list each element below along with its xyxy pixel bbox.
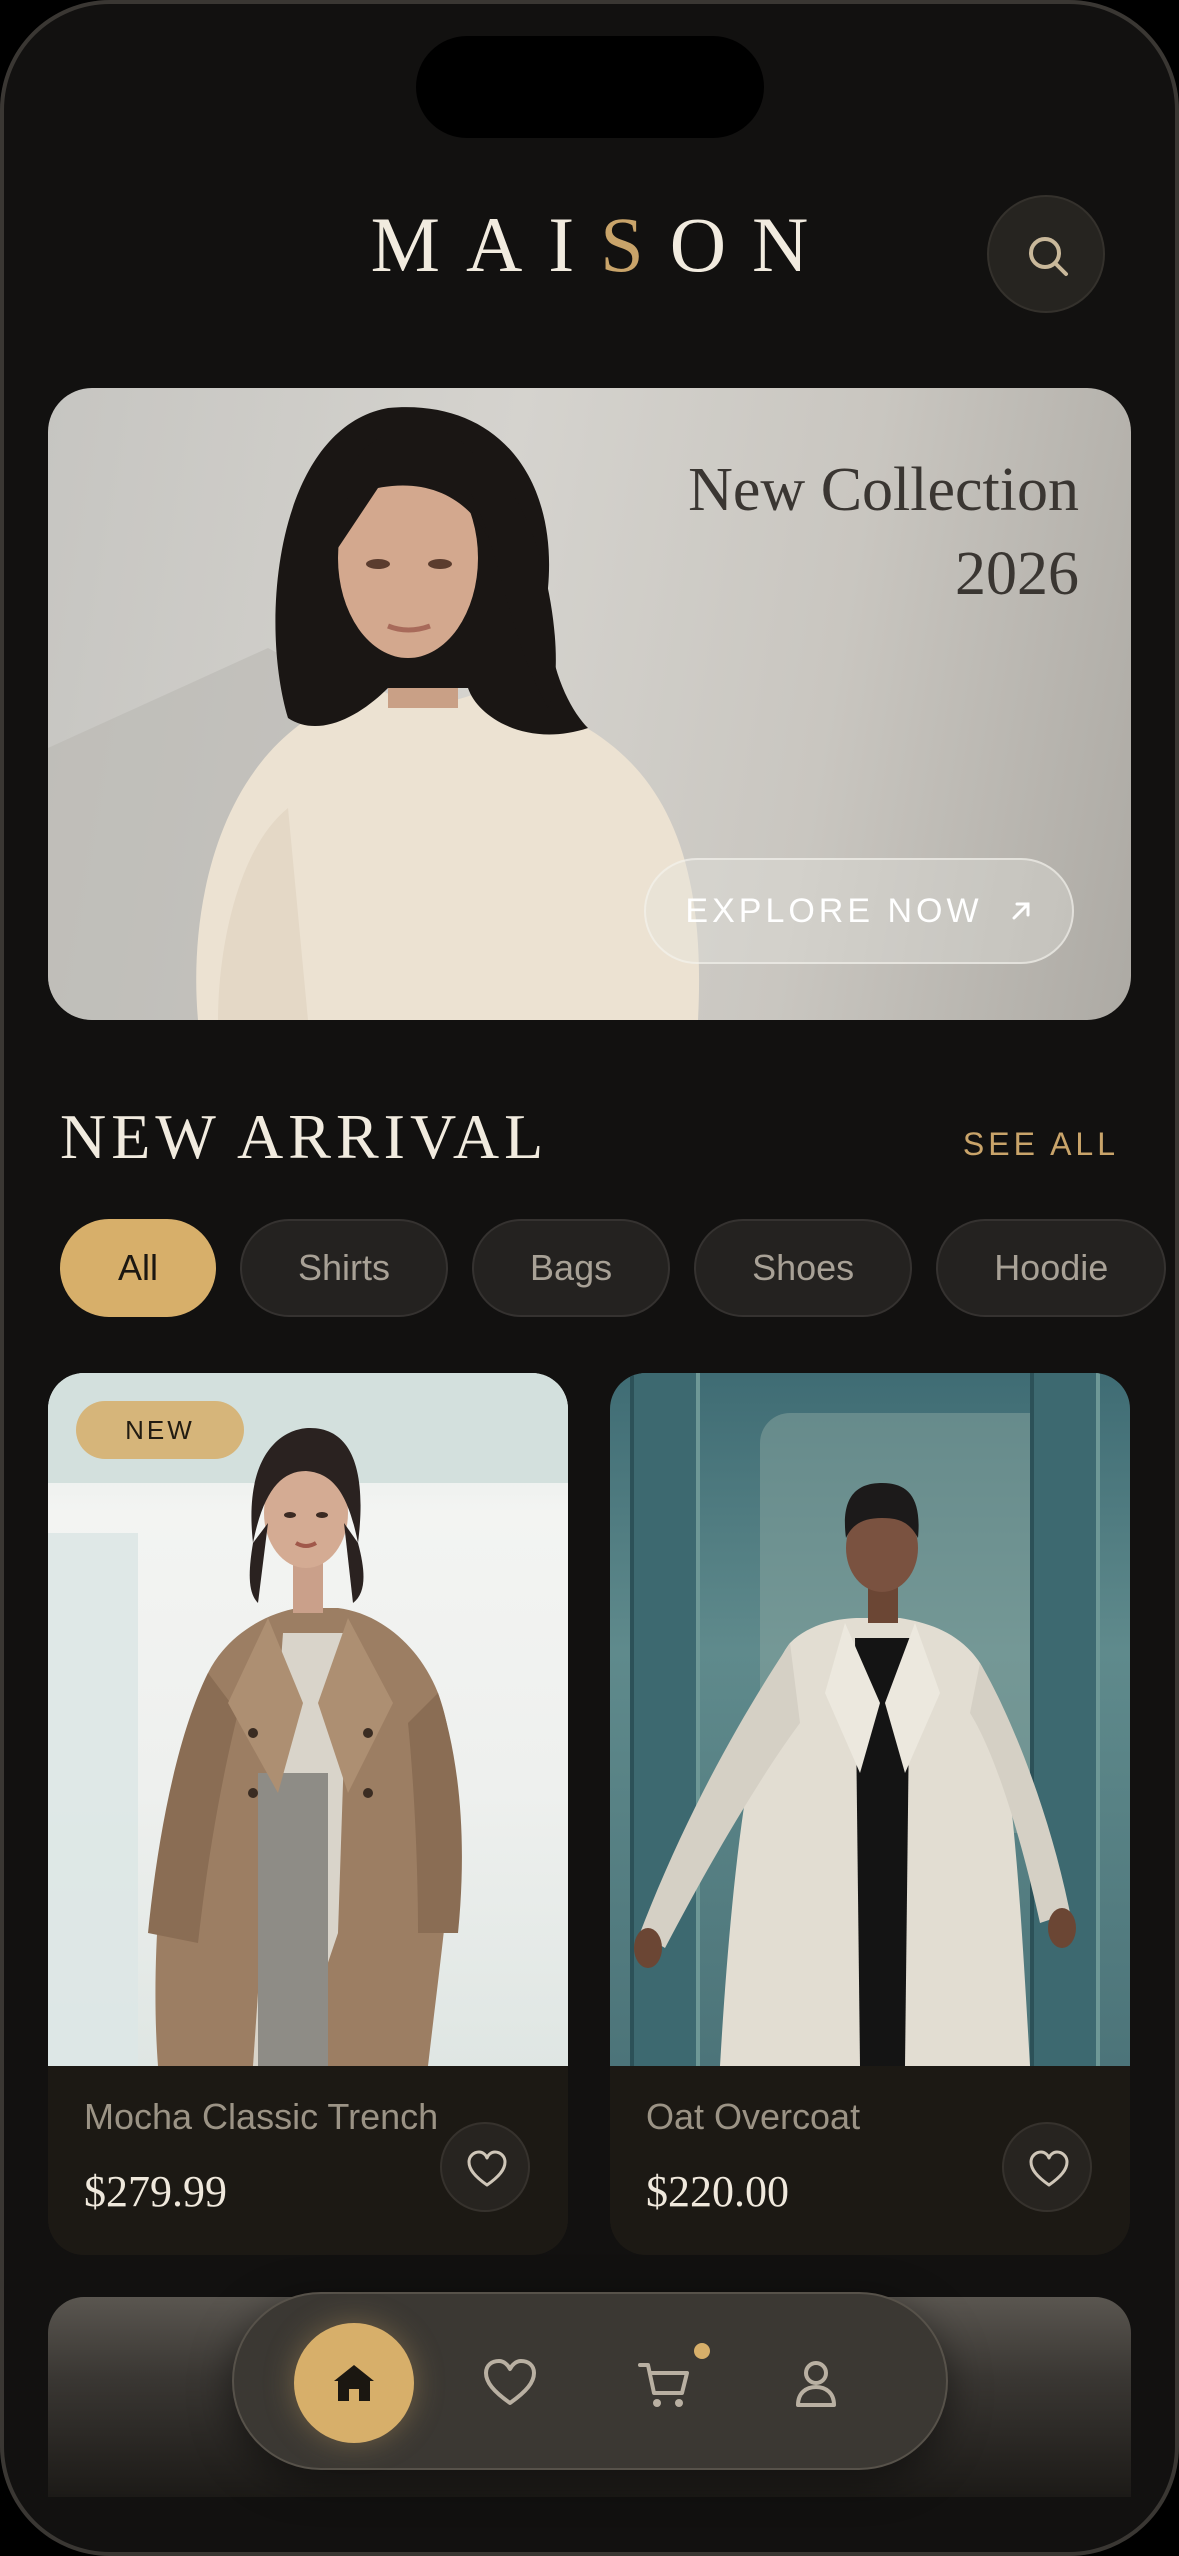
favorite-button[interactable]: [1002, 2122, 1092, 2212]
tab-profile[interactable]: [756, 2323, 876, 2443]
chip-all[interactable]: All: [60, 1219, 217, 1317]
arrow-up-right-icon: [1012, 902, 1030, 920]
product-price: $279.99: [84, 2167, 227, 2216]
heart-icon: [1029, 2150, 1069, 2187]
favorite-button[interactable]: [440, 2122, 530, 2212]
profile-icon: [796, 2361, 836, 2407]
product-price: $220.00: [646, 2167, 789, 2216]
product-name: Oat Overcoat: [646, 2096, 861, 2137]
category-chips: All Shirts Bags Shoes Hoodie: [60, 1219, 1167, 1317]
product-name: Mocha Classic Trench: [84, 2096, 439, 2137]
cart-icon: [638, 2363, 689, 2407]
tab-home[interactable]: [294, 2323, 414, 2443]
chip-shirts[interactable]: Shirts: [240, 1219, 449, 1317]
new-badge: NEW: [76, 1401, 244, 1459]
chip-shoes[interactable]: Shoes: [694, 1219, 913, 1317]
see-all-link[interactable]: SEE ALL: [963, 1126, 1119, 1163]
tab-favorites[interactable]: [448, 2323, 568, 2443]
product-info: Oat Overcoat $220.00: [610, 2066, 1130, 2255]
product-card[interactable]: NEW Mocha Classic Trench $279.99: [48, 1373, 568, 2255]
cart-badge-dot: [694, 2343, 710, 2359]
section-title: NEW ARRIVAL: [60, 1101, 549, 1172]
heart-icon: [484, 2359, 536, 2405]
product-card[interactable]: Oat Overcoat $220.00: [610, 1373, 1130, 2255]
product-info: Mocha Classic Trench $279.99: [48, 2066, 568, 2255]
tab-cart[interactable]: [602, 2323, 722, 2443]
search-button[interactable]: [987, 195, 1105, 313]
chip-bags[interactable]: Bags: [472, 1219, 671, 1317]
phone-screen: MAISON New Collection 2026 EXPLORE NOW N…: [0, 0, 1179, 2556]
home-icon: [334, 2365, 374, 2401]
dynamic-island: [416, 36, 764, 138]
explore-now-button[interactable]: EXPLORE NOW: [644, 858, 1074, 964]
product-image: [610, 1373, 1130, 2066]
chip-hoodie[interactable]: Hoodie: [936, 1219, 1167, 1317]
product-image: NEW: [48, 1373, 568, 2066]
search-icon: [1029, 237, 1068, 276]
heart-icon: [467, 2150, 507, 2187]
explore-now-label: EXPLORE NOW: [685, 891, 983, 930]
bottom-tab-bar: [232, 2292, 948, 2470]
hero-banner[interactable]: New Collection 2026 EXPLORE NOW: [48, 388, 1131, 1020]
hero-title: New Collection 2026: [688, 456, 1079, 608]
